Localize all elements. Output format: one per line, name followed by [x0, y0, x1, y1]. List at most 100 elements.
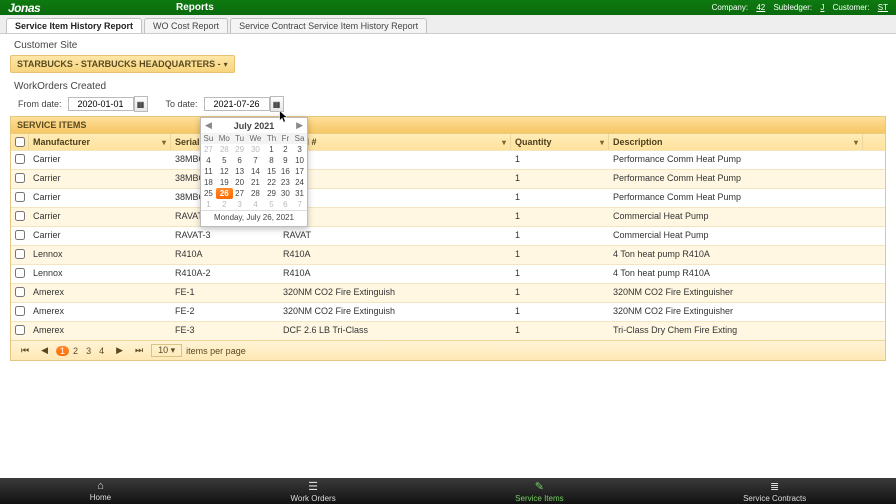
calendar-day[interactable]: 27 — [233, 188, 247, 199]
calendar-day[interactable]: 27 — [201, 144, 216, 155]
table-row[interactable]: AmerexFE-3DCF 2.6 LB Tri-Class1Tri-Class… — [11, 321, 885, 340]
calendar-day[interactable]: 3 — [233, 199, 247, 210]
calendar-footer[interactable]: Monday, July 26, 2021 — [201, 210, 307, 226]
calendar-day[interactable]: 14 — [246, 166, 264, 177]
row-checkbox[interactable] — [15, 192, 25, 202]
calendar-day[interactable]: 13 — [233, 166, 247, 177]
row-checkbox[interactable] — [15, 306, 25, 316]
pager-next[interactable]: ▶ — [112, 345, 127, 356]
calendar-day[interactable]: 23 — [279, 177, 293, 188]
select-all-checkbox[interactable] — [15, 137, 25, 147]
table-row[interactable]: AmerexFE-1320NM CO2 Fire Extinguish1320N… — [11, 283, 885, 302]
col-manufacturer[interactable]: Manufacturer▾ — [29, 134, 171, 150]
calendar-day[interactable]: 18 — [201, 177, 216, 188]
calendar-day[interactable]: 24 — [292, 177, 307, 188]
calendar-day[interactable]: 8 — [264, 155, 278, 166]
calendar-day[interactable]: 22 — [264, 177, 278, 188]
calendar-prev[interactable]: ◀ — [205, 120, 212, 131]
calendar-day[interactable]: 10 — [292, 155, 307, 166]
col-description[interactable]: Description▾ — [609, 134, 863, 150]
row-checkbox[interactable] — [15, 268, 25, 278]
row-checkbox[interactable] — [15, 325, 25, 335]
pager-page-2[interactable]: 2 — [69, 346, 82, 356]
pager-last[interactable]: ⏭ — [131, 345, 147, 356]
calendar-day[interactable]: 20 — [233, 177, 247, 188]
calendar-day[interactable]: 26 — [216, 188, 233, 199]
pager-prev[interactable]: ◀ — [37, 345, 52, 356]
table-row[interactable]: LennoxR410AR410A14 Ton heat pump R410A — [11, 245, 885, 264]
calendar-day[interactable]: 4 — [201, 155, 216, 166]
pager-perpage-dropdown[interactable]: 10 ▾ — [151, 344, 182, 357]
nav-home[interactable]: ⌂Home — [90, 480, 111, 502]
calendar-title[interactable]: July 2021 — [234, 121, 275, 131]
tab-service-item-history-report[interactable]: Service Item History Report — [6, 18, 142, 33]
from-date-input[interactable] — [68, 97, 134, 111]
table-row[interactable]: Carrier38MBQ-1Performance Comm Heat Pump — [11, 150, 885, 169]
row-checkbox[interactable] — [15, 154, 25, 164]
row-checkbox[interactable] — [15, 287, 25, 297]
calendar-day[interactable]: 19 — [216, 177, 233, 188]
table-row[interactable]: CarrierRAVAT-1Commercial Heat Pump — [11, 207, 885, 226]
to-date-calendar-button[interactable]: ▦ — [270, 96, 284, 112]
calendar-next[interactable]: ▶ — [296, 120, 303, 131]
tab-wo-cost-report[interactable]: WO Cost Report — [144, 18, 228, 33]
calendar-day[interactable]: 31 — [292, 188, 307, 199]
calendar-day[interactable]: 1 — [264, 144, 278, 155]
to-date-input[interactable] — [204, 97, 270, 111]
col-model[interactable]: Model #▾ — [279, 134, 511, 150]
nav-service-items[interactable]: ✎Service Items — [515, 480, 563, 503]
filter-icon[interactable]: ▾ — [600, 138, 604, 147]
calendar-day[interactable]: 30 — [279, 188, 293, 199]
from-date-calendar-button[interactable]: ▦ — [134, 96, 148, 112]
calendar-day[interactable]: 21 — [246, 177, 264, 188]
customer-site-dropdown[interactable]: STARBUCKS - STARBUCKS HEADQUARTERS - ▾ — [10, 55, 235, 73]
tab-service-contract-service-item-history-report[interactable]: Service Contract Service Item History Re… — [230, 18, 427, 33]
col-quantity[interactable]: Quantity▾ — [511, 134, 609, 150]
calendar-day[interactable]: 2 — [216, 199, 233, 210]
calendar-day[interactable]: 15 — [264, 166, 278, 177]
row-checkbox[interactable] — [15, 211, 25, 221]
row-checkbox[interactable] — [15, 230, 25, 240]
calendar-day[interactable]: 6 — [279, 199, 293, 210]
row-checkbox[interactable] — [15, 249, 25, 259]
calendar-day[interactable]: 16 — [279, 166, 293, 177]
calendar-day[interactable]: 17 — [292, 166, 307, 177]
table-row[interactable]: AmerexFE-2320NM CO2 Fire Extinguish1320N… — [11, 302, 885, 321]
pager-first[interactable]: ⏮ — [17, 345, 33, 356]
calendar-day[interactable]: 3 — [292, 144, 307, 155]
pager-page-3[interactable]: 3 — [82, 346, 95, 356]
calendar-day[interactable]: 11 — [201, 166, 216, 177]
table-row[interactable]: Carrier38MBQ-1Performance Comm Heat Pump — [11, 188, 885, 207]
customer-value[interactable]: ST — [878, 3, 888, 12]
table-row[interactable]: Carrier38MBQ-1Performance Comm Heat Pump — [11, 169, 885, 188]
table-row[interactable]: LennoxR410A-2R410A14 Ton heat pump R410A — [11, 264, 885, 283]
calendar-day[interactable]: 5 — [264, 199, 278, 210]
pager-page-1[interactable]: 1 — [56, 346, 69, 356]
nav-service-contracts[interactable]: ≣Service Contracts — [743, 480, 806, 503]
pager-page-4[interactable]: 4 — [95, 346, 108, 356]
calendar-day[interactable]: 9 — [279, 155, 293, 166]
menu-reports[interactable]: Reports — [168, 2, 222, 13]
calendar-day[interactable]: 5 — [216, 155, 233, 166]
calendar-day[interactable]: 28 — [216, 144, 233, 155]
calendar-day[interactable]: 12 — [216, 166, 233, 177]
calendar-day[interactable]: 1 — [201, 199, 216, 210]
filter-icon[interactable]: ▾ — [502, 138, 506, 147]
calendar-day[interactable]: 29 — [233, 144, 247, 155]
calendar-day[interactable]: 2 — [279, 144, 293, 155]
subledger-value[interactable]: J — [820, 3, 824, 12]
calendar-day[interactable]: 25 — [201, 188, 216, 199]
table-row[interactable]: CarrierRAVAT-3RAVAT1Commercial Heat Pump — [11, 226, 885, 245]
calendar-day[interactable]: 7 — [292, 199, 307, 210]
filter-icon[interactable]: ▾ — [162, 138, 166, 147]
calendar-day[interactable]: 29 — [264, 188, 278, 199]
calendar-day[interactable]: 28 — [246, 188, 264, 199]
calendar-day[interactable]: 7 — [246, 155, 264, 166]
company-value[interactable]: 42 — [756, 3, 765, 12]
calendar-day[interactable]: 6 — [233, 155, 247, 166]
calendar-day[interactable]: 4 — [246, 199, 264, 210]
nav-work-orders[interactable]: ☰Work Orders — [291, 480, 336, 503]
calendar-day[interactable]: 30 — [246, 144, 264, 155]
row-checkbox[interactable] — [15, 173, 25, 183]
filter-icon[interactable]: ▾ — [854, 138, 858, 147]
